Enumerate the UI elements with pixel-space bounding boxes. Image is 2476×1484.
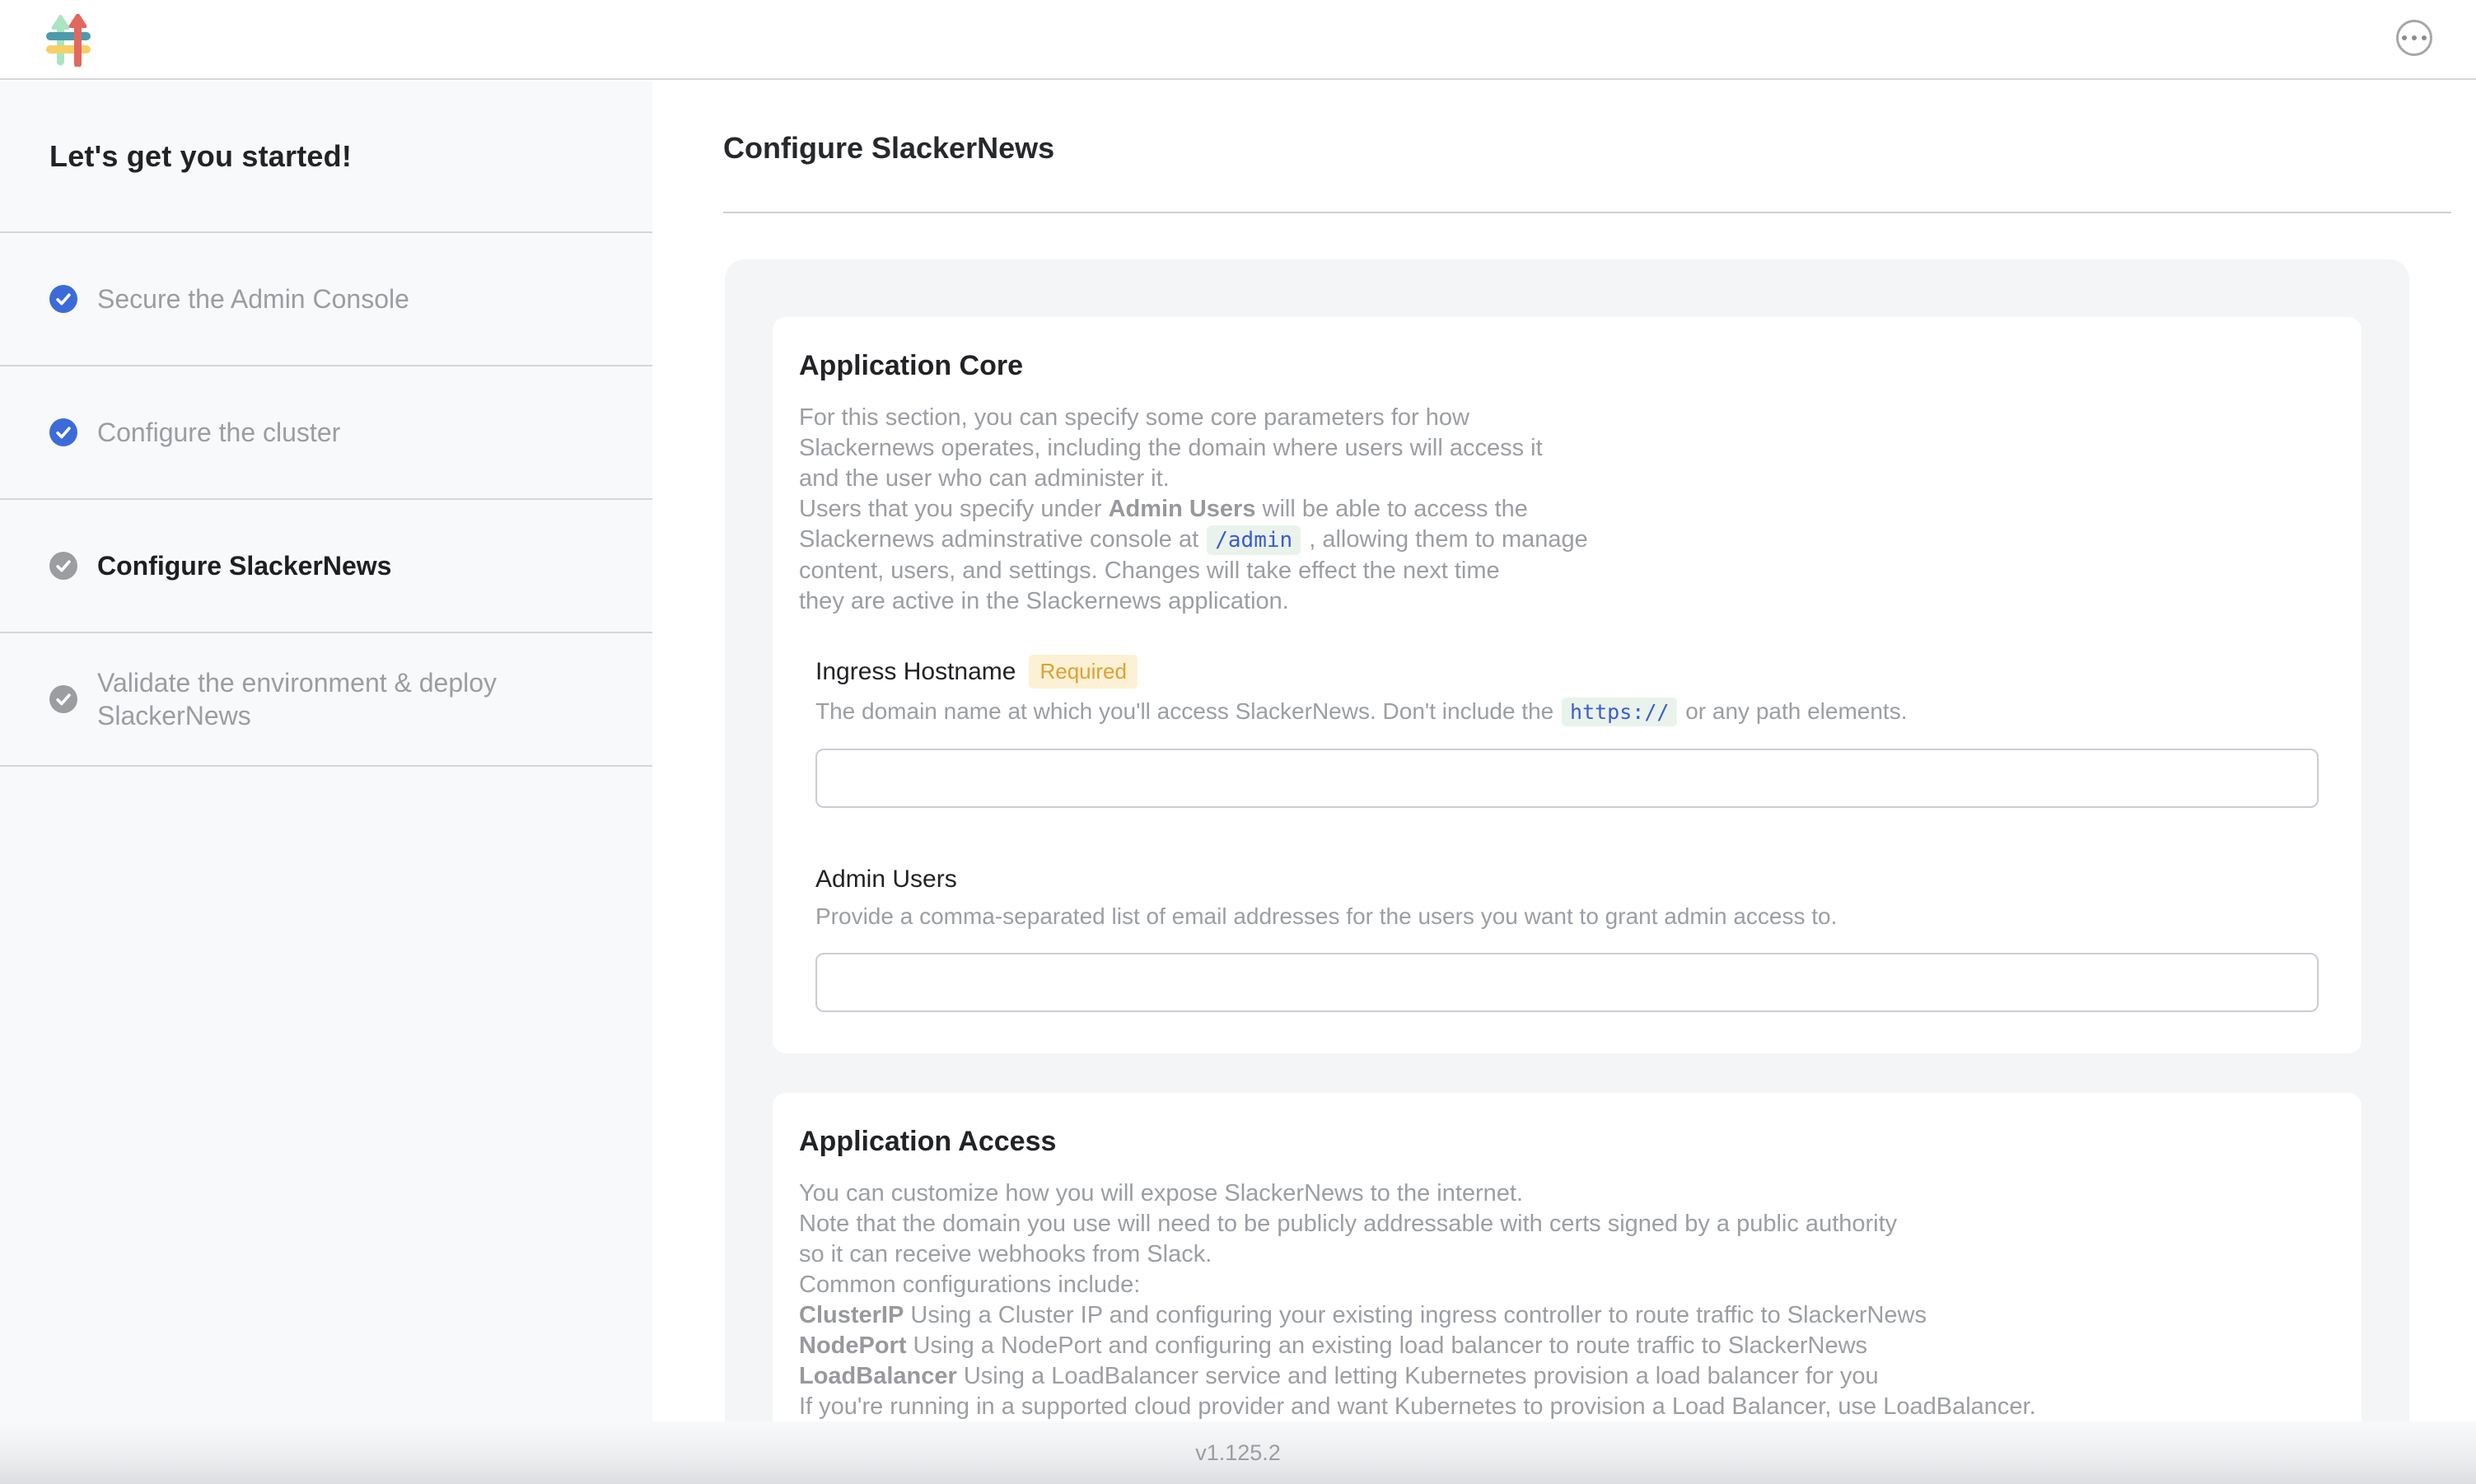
footer: v1.125.2	[0, 1421, 2476, 1484]
paragraph-line: LoadBalancer Using a LoadBalancer servic…	[799, 1361, 2335, 1392]
setup-step-secure-the-admin-console[interactable]: Secure the Admin Console	[0, 233, 652, 366]
title-divider	[723, 212, 2451, 213]
config-panel: Application Core For this section, you c…	[725, 259, 2409, 1484]
section-fields: Ingress Hostname Required The domain name …	[799, 655, 2335, 1012]
check-circle-icon	[49, 285, 77, 313]
sidebar-heading-block: Let's get you started!	[0, 82, 652, 233]
sidebar-heading: Let's get you started!	[49, 139, 352, 174]
paragraph-line: Users that you specify under Admin Users…	[799, 494, 2335, 525]
paragraph-line: they are active in the Slackernews appli…	[799, 586, 2335, 617]
paragraph-line: Slackernews adminstrative console at /ad…	[799, 525, 2335, 556]
check-circle-icon	[49, 418, 77, 446]
section-description: You can customize how you will expose Sl…	[799, 1178, 2335, 1422]
field-ingress-hostname: Ingress Hostname Required The domain name …	[815, 655, 2319, 808]
paragraph-line: Note that the domain you use will need t…	[799, 1209, 2335, 1239]
paragraph-line: NodePort Using a NodePort and configurin…	[799, 1331, 2335, 1361]
section-heading: Application Access	[799, 1126, 2335, 1159]
setup-step-configure-the-cluster[interactable]: Configure the cluster	[0, 366, 652, 500]
paragraph-line: If you're running in a supported cloud p…	[799, 1392, 2335, 1422]
paragraph-line: Slackernews operates, including the doma…	[799, 433, 2335, 464]
paragraph-line: Common configurations include:	[799, 1270, 2335, 1300]
page-title: Configure SlackerNews	[723, 131, 2451, 170]
version-label: v1.125.2	[1195, 1440, 1281, 1466]
setup-step-configure-slackernews[interactable]: Configure SlackerNews	[0, 500, 652, 633]
paragraph-line: You can customize how you will expose Sl…	[799, 1178, 2335, 1209]
step-label: Secure the Admin Console	[97, 282, 409, 315]
paragraph-line: and the user who can administer it.	[799, 464, 2335, 494]
step-label: Configure the cluster	[97, 416, 340, 449]
field-label: Admin Users	[815, 866, 957, 894]
menu-button[interactable]	[2396, 20, 2432, 56]
field-label: Ingress Hostname	[815, 658, 1016, 686]
sidebar: Let's get you started! Secure the Admin …	[0, 82, 652, 1484]
section-application-access: Application Access You can customize how…	[773, 1093, 2362, 1463]
setup-step-validate-the-environment-deploy-slackernews[interactable]: Validate the environment & deploy Slacke…	[0, 633, 652, 767]
section-application-core: Application Core For this section, you c…	[773, 317, 2362, 1053]
field-help-text: The domain name at which you'll access S…	[815, 697, 2319, 727]
ellipsis-icon	[2402, 35, 2427, 40]
step-label: Validate the environment & deploy Slacke…	[97, 666, 542, 732]
section-heading: Application Core	[799, 350, 2335, 383]
slackernews-logo	[46, 14, 91, 67]
paragraph-line: ClusterIP Using a Cluster IP and configu…	[799, 1300, 2335, 1331]
paragraph-line: content, users, and settings. Changes wi…	[799, 556, 2335, 586]
main-content: Configure SlackerNews Application Core F…	[652, 82, 2476, 1484]
field-admin-users: Admin Users Provide a comma-separated lis…	[815, 866, 2319, 1012]
paragraph-line: For this section, you can specify some c…	[799, 403, 2335, 433]
step-label: Configure SlackerNews	[97, 549, 391, 582]
field-help-text: Provide a comma-separated list of email …	[815, 902, 2319, 931]
top-bar	[0, 0, 2476, 80]
check-circle-icon	[49, 552, 77, 580]
setup-steps: Secure the Admin Console Configure the cl…	[0, 233, 652, 767]
paragraph-line: so it can receive webhooks from Slack.	[799, 1239, 2335, 1270]
admin-users-input[interactable]	[815, 953, 2319, 1012]
section-description: For this section, you can specify some c…	[799, 403, 2335, 617]
required-badge: Required	[1029, 655, 1138, 688]
ingress-hostname-input[interactable]	[815, 749, 2319, 808]
check-circle-icon	[49, 685, 77, 713]
